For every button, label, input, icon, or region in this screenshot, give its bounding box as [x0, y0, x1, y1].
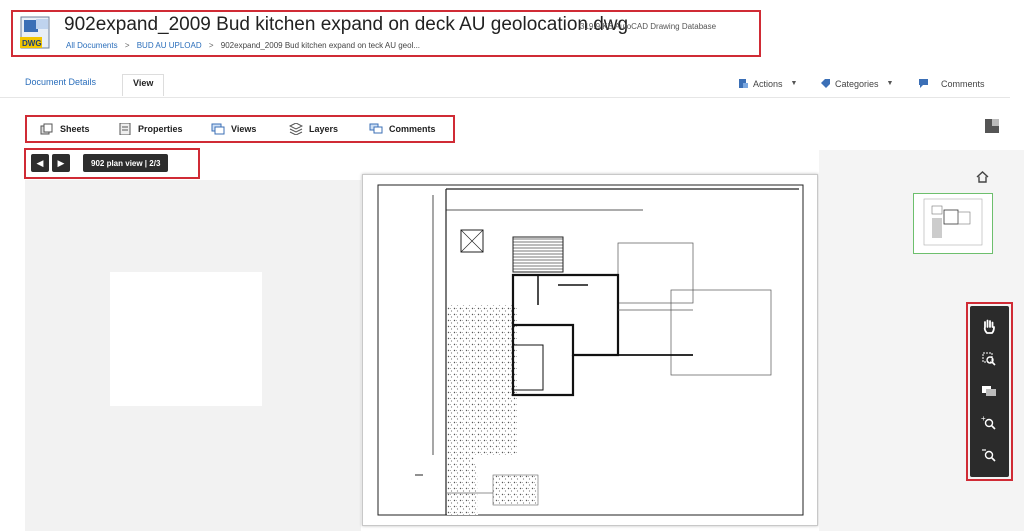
- thumbnail-drawing: [923, 198, 983, 246]
- toolbar-sheets[interactable]: Sheets: [40, 123, 90, 135]
- caret-down-icon: ▼: [886, 80, 894, 87]
- breadcrumb: All Documents > BUD AU UPLOAD > 902expan…: [66, 41, 420, 50]
- breadcrumb-all-documents[interactable]: All Documents: [66, 41, 118, 50]
- sheet-label: 902 plan view | 2/3: [83, 154, 169, 172]
- actions-label: Actions: [753, 78, 783, 89]
- categories-menu[interactable]: Categories ▼: [820, 78, 893, 89]
- tag-icon: [821, 79, 830, 88]
- sheets-icon: [40, 123, 53, 135]
- zoom-out-icon[interactable]: [980, 446, 998, 464]
- breadcrumb-folder[interactable]: BUD AU UPLOAD: [137, 41, 202, 50]
- toolbar-views-label: Views: [231, 124, 257, 134]
- breadcrumb-current: 902expand_2009 Bud kitchen expand on tec…: [220, 41, 421, 50]
- zoom-window-icon[interactable]: [980, 350, 998, 368]
- tab-view[interactable]: View: [122, 74, 165, 96]
- file-badge: DWG: [22, 39, 42, 48]
- breadcrumb-separator: >: [208, 41, 214, 50]
- sheet-pager: ◀ ▶ 902 plan view | 2/3: [31, 154, 169, 172]
- left-panel: [25, 180, 361, 531]
- file-meta: 319.9 KB AutoCAD Drawing Database: [580, 22, 717, 31]
- next-sheet-button[interactable]: ▶: [52, 154, 70, 172]
- toolbar-views[interactable]: Views: [211, 123, 256, 135]
- pan-hand-icon[interactable]: [980, 318, 998, 336]
- toolbar-layers[interactable]: Layers: [289, 123, 338, 135]
- toolbar-comments-label: Comments: [389, 124, 436, 134]
- caret-down-icon: ▼: [790, 80, 798, 87]
- navigation-thumbnail[interactable]: [913, 193, 993, 254]
- breadcrumb-separator: >: [124, 41, 130, 50]
- comments-label: Comments: [941, 78, 985, 89]
- comment-markup-icon[interactable]: [980, 382, 998, 400]
- floor-plan-drawing: [377, 184, 804, 516]
- dwg-file-icon: DWG: [20, 16, 50, 49]
- zoom-in-icon[interactable]: +: [980, 414, 998, 432]
- toolbar-sheets-label: Sheets: [60, 124, 90, 134]
- previous-sheet-button[interactable]: ◀: [31, 154, 49, 172]
- categories-label: Categories: [835, 78, 879, 89]
- tab-document-details[interactable]: Document Details: [25, 77, 96, 87]
- views-icon: [211, 123, 225, 135]
- toolbar-properties-label: Properties: [138, 124, 183, 134]
- toolbar-comments[interactable]: Comments: [369, 123, 436, 135]
- toolbar-properties[interactable]: Properties: [118, 123, 183, 135]
- home-icon[interactable]: [975, 170, 990, 184]
- comment-bubble-icon: [919, 79, 928, 88]
- actions-icon: [739, 79, 748, 88]
- properties-icon: [119, 123, 131, 135]
- fullscreen-icon[interactable]: [985, 119, 999, 133]
- comments-icon: [369, 123, 383, 134]
- comments-button[interactable]: Comments: [918, 78, 985, 89]
- document-title: 902expand_2009 Bud kitchen expand on dec…: [64, 14, 629, 35]
- toolbar-layers-label: Layers: [309, 124, 339, 134]
- actions-menu[interactable]: Actions ▼: [738, 78, 797, 89]
- document-nav: Document Details View Actions ▼ Categori…: [0, 72, 1010, 98]
- layers-icon: [289, 123, 303, 135]
- left-panel-blank: [110, 272, 262, 406]
- tool-palette: +: [970, 306, 1009, 477]
- drawing-canvas[interactable]: [362, 174, 818, 526]
